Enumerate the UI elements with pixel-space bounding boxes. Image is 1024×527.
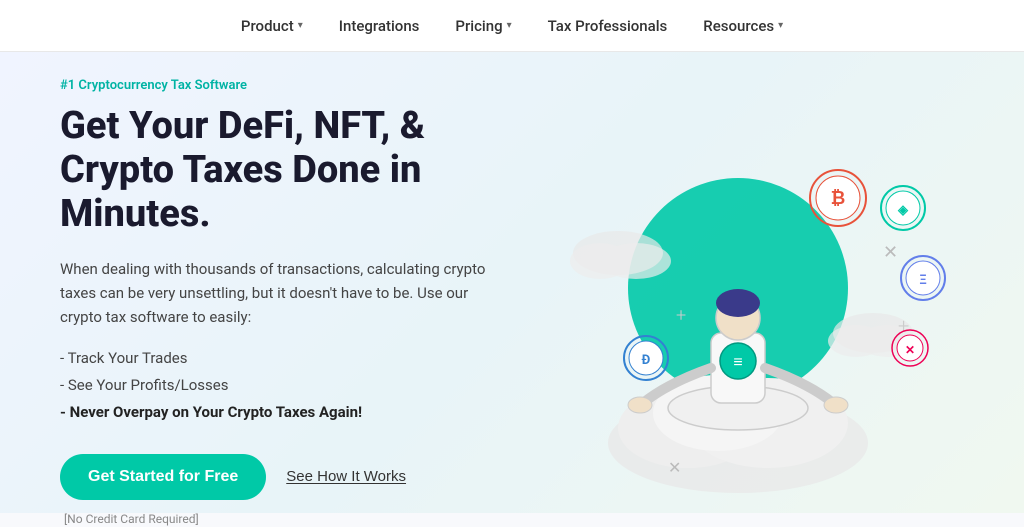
nav-pricing-chevron: ▾ (507, 20, 512, 31)
svg-text:Ξ: Ξ (919, 273, 926, 288)
nav-product-chevron: ▾ (298, 20, 303, 31)
hero-section: #1 Cryptocurrency Tax Software Get Your … (0, 52, 1024, 513)
feature-overpay: - Never Overpay on Your Crypto Taxes Aga… (60, 399, 512, 426)
svg-text:Đ: Đ (642, 353, 651, 368)
get-started-button[interactable]: Get Started for Free (60, 454, 266, 500)
hero-badge: #1 Cryptocurrency Tax Software (60, 78, 512, 93)
svg-text:✕: ✕ (905, 343, 915, 357)
nav-integrations[interactable]: Integrations (339, 17, 420, 35)
nav-pricing[interactable]: Pricing ▾ (455, 17, 511, 35)
hero-illustration: ≡ ₿ ◈ Ξ Đ ✕ + + ✕ (512, 93, 964, 513)
svg-text:+: + (898, 314, 909, 338)
nav-pricing-label: Pricing (455, 17, 502, 35)
hero-description: When dealing with thousands of transacti… (60, 257, 510, 329)
nav-resources-label: Resources (703, 17, 774, 35)
hero-content: #1 Cryptocurrency Tax Software Get Your … (60, 78, 512, 526)
svg-text:✕: ✕ (668, 458, 681, 477)
svg-text:₿: ₿ (831, 188, 846, 209)
svg-text:◈: ◈ (897, 203, 909, 218)
feature-track: - Track Your Trades (60, 345, 512, 372)
svg-text:+: + (676, 305, 686, 326)
nav-resources[interactable]: Resources ▾ (703, 17, 783, 35)
nav-tax-professionals[interactable]: Tax Professionals (548, 17, 668, 35)
nav-resources-chevron: ▾ (778, 20, 783, 31)
feature-profits: - See Your Profits/Losses (60, 372, 512, 399)
nav-product-label: Product (241, 17, 294, 35)
cta-row: Get Started for Free See How It Works (60, 454, 512, 500)
see-how-it-works-button[interactable]: See How It Works (286, 468, 406, 485)
hero-features: - Track Your Trades - See Your Profits/L… (60, 345, 512, 426)
no-credit-card-label: [No Credit Card Required] (64, 512, 199, 526)
nav-product[interactable]: Product ▾ (241, 17, 303, 35)
nav-integrations-label: Integrations (339, 17, 420, 35)
hero-title: Get Your DeFi, NFT, & Crypto Taxes Done … (60, 105, 512, 236)
nav-tax-professionals-label: Tax Professionals (548, 17, 668, 35)
svg-text:≡: ≡ (733, 352, 742, 371)
svg-text:✕: ✕ (883, 242, 898, 263)
navigation: Product ▾ Integrations Pricing ▾ Tax Pro… (0, 0, 1024, 52)
